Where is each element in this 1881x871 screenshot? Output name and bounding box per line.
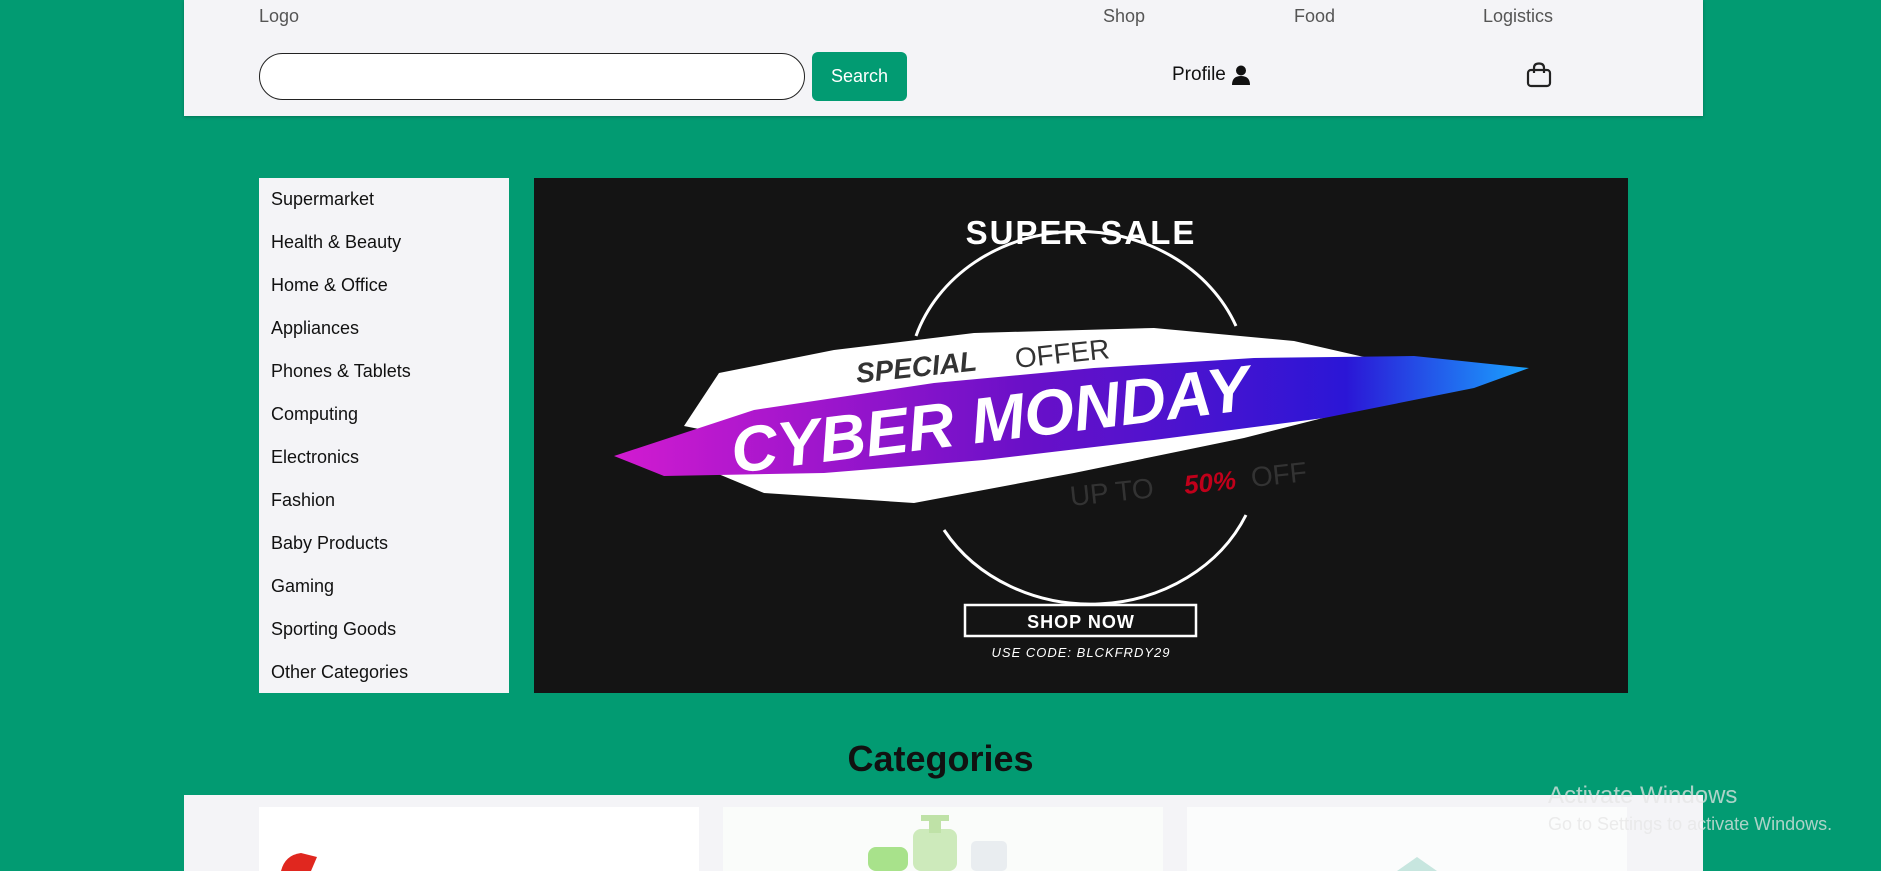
nav-shop[interactable]: Shop bbox=[1103, 6, 1145, 27]
shopping-bag-icon[interactable] bbox=[1526, 62, 1552, 88]
banner-up-to-text: UP TO bbox=[1068, 472, 1155, 512]
sidebar-item-supermarket[interactable]: Supermarket bbox=[259, 178, 509, 221]
profile-label: Profile bbox=[1172, 64, 1226, 85]
categories-strip bbox=[184, 795, 1703, 871]
category-thumbnail bbox=[281, 853, 317, 871]
ring-bottom-arc bbox=[942, 514, 1248, 606]
watermark-subtitle: Go to Settings to activate Windows. bbox=[1548, 814, 1833, 834]
sidebar-item-health-beauty[interactable]: Health & Beauty bbox=[259, 221, 509, 264]
category-card[interactable] bbox=[723, 807, 1163, 871]
sidebar-item-appliances[interactable]: Appliances bbox=[259, 307, 509, 350]
categories-heading: Categories bbox=[847, 738, 1034, 779]
banner-off-text: OFF bbox=[1249, 456, 1308, 493]
sidebar-item-gaming[interactable]: Gaming bbox=[259, 565, 509, 608]
shop-now-button[interactable]: SHOP NOW bbox=[1027, 612, 1135, 632]
sidebar-item-electronics[interactable]: Electronics bbox=[259, 436, 509, 479]
sidebar-item-computing[interactable]: Computing bbox=[259, 393, 509, 436]
banner-graphic: SUPER SALE SPECIAL OFFER CYBER MONDAY UP… bbox=[614, 214, 1529, 660]
sidebar-item-other-categories[interactable]: Other Categories bbox=[259, 651, 509, 694]
category-card[interactable] bbox=[259, 807, 699, 871]
banner-percent-text: 50% bbox=[1182, 465, 1237, 500]
search-button[interactable]: Search bbox=[812, 52, 907, 101]
sidebar-item-sporting-goods[interactable]: Sporting Goods bbox=[259, 608, 509, 651]
top-header: Logo Shop Food Logistics Search Profile bbox=[184, 0, 1703, 116]
logo[interactable]: Logo bbox=[259, 6, 299, 27]
category-sidebar: Supermarket Health & Beauty Home & Offic… bbox=[259, 178, 509, 693]
watermark-title: Activate Windows bbox=[1548, 782, 1738, 809]
sidebar-item-baby-products[interactable]: Baby Products bbox=[259, 522, 509, 565]
nav-food[interactable]: Food bbox=[1294, 6, 1335, 27]
windows-activation-watermark: Activate Windows Go to Settings to activ… bbox=[1548, 782, 1832, 835]
promo-code: USE CODE: BLCKFRDY29 bbox=[992, 645, 1171, 660]
sidebar-item-phones-tablets[interactable]: Phones & Tablets bbox=[259, 350, 509, 393]
promo-banner[interactable]: SUPER SALE SPECIAL OFFER CYBER MONDAY UP… bbox=[534, 178, 1628, 693]
profile-link[interactable]: Profile bbox=[1172, 64, 1250, 86]
search-input[interactable] bbox=[259, 53, 805, 100]
sidebar-item-home-office[interactable]: Home & Office bbox=[259, 264, 509, 307]
sidebar-item-fashion[interactable]: Fashion bbox=[259, 479, 509, 522]
nav-logistics[interactable]: Logistics bbox=[1483, 6, 1553, 27]
user-icon bbox=[1231, 65, 1250, 85]
category-thumbnail bbox=[723, 807, 1163, 871]
